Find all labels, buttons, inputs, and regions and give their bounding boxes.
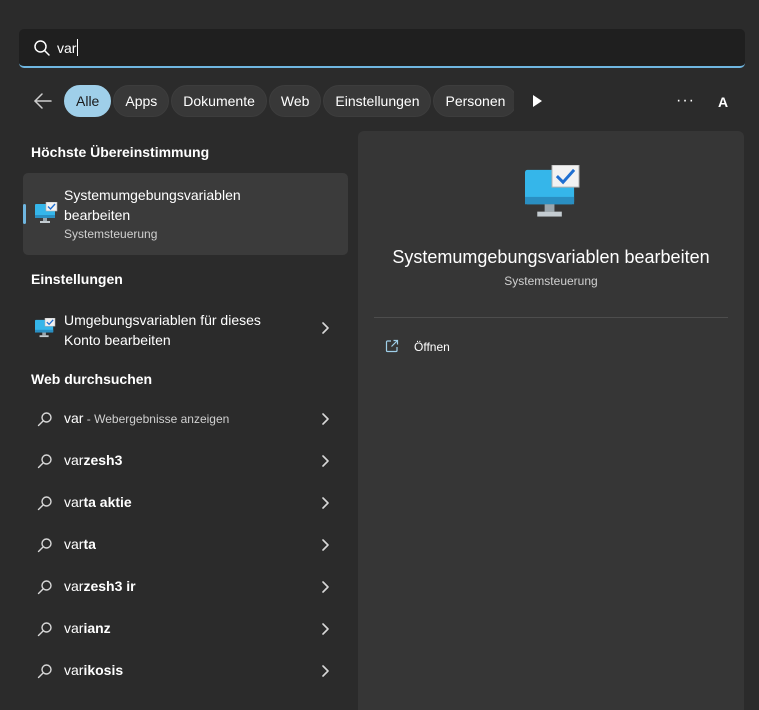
chevron-right-icon[interactable] <box>320 322 330 334</box>
search-box[interactable]: var <box>19 29 745 68</box>
open-action[interactable]: Öffnen <box>385 338 535 358</box>
web-result-text: var - Webergebnisse anzeigen <box>64 410 229 426</box>
search-icon <box>37 538 52 553</box>
web-result-item[interactable]: varzesh3 ir <box>23 568 348 606</box>
best-match-title-line1: Systemumgebungsvariablen <box>64 187 241 203</box>
web-result-query: var <box>64 536 84 552</box>
filter-web[interactable]: Web <box>268 85 322 117</box>
more-options-button[interactable]: ··· <box>676 92 695 110</box>
web-result-text: varta <box>64 536 96 552</box>
best-match-result[interactable]: Systemumgebungsvariablen bearbeiten Syste… <box>23 173 348 255</box>
search-panel: var Alle Apps Dokumente Web Einstellungen Per… <box>0 0 759 710</box>
best-match-title: Systemumgebungsvariablen bearbeiten <box>64 185 264 225</box>
monitor-check-icon <box>35 202 58 223</box>
section-settings-title: Einstellungen <box>31 271 123 287</box>
detail-divider <box>374 317 728 318</box>
web-result-text: varzesh3 ir <box>64 578 136 594</box>
back-arrow-icon[interactable] <box>32 90 54 112</box>
search-icon <box>37 622 52 637</box>
settings-result-label: Umgebungsvariablen für dieses Konto bearb… <box>64 310 284 350</box>
filter-people[interactable]: Personen <box>433 85 514 117</box>
filter-all[interactable]: Alle <box>64 85 112 117</box>
web-result-suggestion: zesh3 <box>83 452 123 468</box>
search-icon <box>37 412 52 427</box>
web-result-item[interactable]: var - Webergebnisse anzeigen <box>23 400 348 438</box>
web-result-suggestion: ta aktie <box>83 494 132 510</box>
web-result-text: varikosis <box>64 662 123 678</box>
web-result-suggestion: ta <box>83 536 96 552</box>
search-icon <box>37 664 52 679</box>
settings-result-line1: Umgebungsvariablen für dieses <box>64 312 261 328</box>
chevron-right-icon[interactable] <box>320 539 330 551</box>
web-result-query: var <box>64 578 84 594</box>
section-best-match-title: Höchste Übereinstimmung <box>31 144 210 160</box>
chevron-right-icon[interactable] <box>320 413 330 425</box>
web-result-item[interactable]: varta <box>23 526 348 564</box>
search-icon <box>34 40 50 56</box>
web-result-query: var <box>64 494 84 510</box>
settings-result[interactable]: Umgebungsvariablen für dieses Konto bearb… <box>23 302 348 354</box>
chevron-right-icon[interactable] <box>320 665 330 677</box>
scroll-filters-right-icon[interactable] <box>530 94 544 108</box>
monitor-check-icon <box>525 165 580 217</box>
search-input[interactable]: var <box>57 39 79 56</box>
web-result-item[interactable]: varzesh3 <box>23 442 348 480</box>
web-result-hint: - Webergebnisse anzeigen <box>83 412 230 426</box>
chevron-right-icon[interactable] <box>320 497 330 509</box>
search-icon <box>37 580 52 595</box>
web-result-text: varta aktie <box>64 494 132 510</box>
filter-settings[interactable]: Einstellungen <box>323 85 432 117</box>
detail-pane: Systemumgebungsvariablen bearbeiten Syst… <box>358 131 744 710</box>
account-avatar[interactable]: A <box>709 88 737 116</box>
open-external-icon <box>385 339 399 353</box>
search-icon <box>37 496 52 511</box>
web-result-query: var <box>64 620 84 636</box>
web-result-suggestion: ianz <box>83 620 111 636</box>
chevron-right-icon[interactable] <box>320 581 330 593</box>
web-result-suggestion: zesh3 ir <box>83 578 136 594</box>
best-match-title-line2: bearbeiten <box>64 207 131 223</box>
web-result-query: var <box>64 452 84 468</box>
text-caret <box>77 39 79 56</box>
detail-subtitle: Systemsteuerung <box>504 274 598 288</box>
web-result-query: var <box>64 662 84 678</box>
web-result-suggestion: ikosis <box>83 662 124 678</box>
filter-chips: Alle Apps Dokumente Web Einstellungen Persone… <box>64 85 514 117</box>
web-result-text: varzesh3 <box>64 452 122 468</box>
settings-result-line2: Konto bearbeiten <box>64 332 171 348</box>
best-match-subtitle: Systemsteuerung <box>64 227 158 241</box>
open-action-label: Öffnen <box>414 340 450 354</box>
web-result-item[interactable]: varianz <box>23 610 348 648</box>
chevron-right-icon[interactable] <box>320 623 330 635</box>
filter-documents[interactable]: Dokumente <box>171 85 267 117</box>
filter-apps[interactable]: Apps <box>113 85 170 117</box>
chevron-right-icon[interactable] <box>320 455 330 467</box>
section-web-title: Web durchsuchen <box>31 371 153 387</box>
selection-indicator <box>23 204 26 224</box>
web-result-query: var <box>64 410 84 426</box>
search-input-value: var <box>57 40 77 56</box>
web-result-item[interactable]: varta aktie <box>23 484 348 522</box>
detail-title: Systemumgebungsvariablen bearbeiten <box>392 247 710 267</box>
web-result-item[interactable]: varikosis <box>23 652 348 690</box>
monitor-check-icon <box>35 318 56 338</box>
web-result-text: varianz <box>64 620 111 636</box>
search-icon <box>37 454 52 469</box>
